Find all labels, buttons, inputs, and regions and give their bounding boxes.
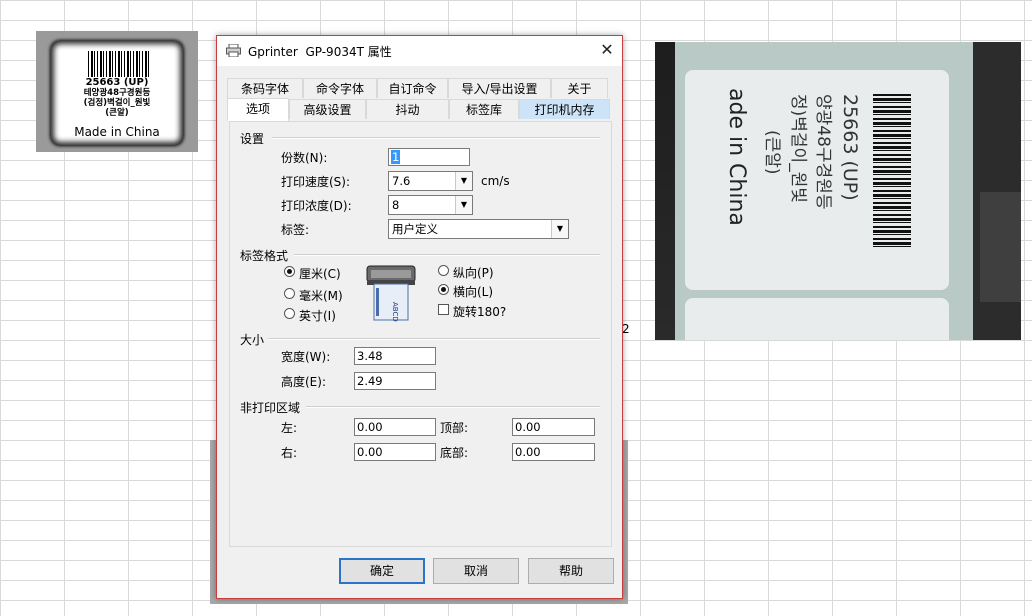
label-line-3: (큰알) bbox=[105, 108, 129, 118]
speed-unit: cm/s bbox=[481, 174, 510, 188]
tab-advanced[interactable]: 高级设置 bbox=[289, 99, 366, 119]
tab-import-export[interactable]: 导入/导出设置 bbox=[448, 78, 551, 98]
unit-cm-label: 厘米(C) bbox=[299, 267, 341, 281]
portrait-label: 纵向(P) bbox=[453, 266, 494, 280]
options-panel: 设置 份数(N): 1 打印速度(S): 7.6 ▼ cm/s 打印浓度(D):… bbox=[229, 121, 612, 547]
unit-inch-radio[interactable] bbox=[284, 308, 295, 319]
darkness-label: 打印浓度(D): bbox=[281, 199, 352, 213]
group-size-title: 大小 bbox=[240, 333, 265, 347]
unit-cm-radio[interactable] bbox=[284, 266, 295, 277]
margin-right-input[interactable]: 0.00 bbox=[354, 443, 436, 461]
stock-select[interactable]: 用户定义 ▼ bbox=[388, 219, 569, 239]
photo-line-2: 정)벽걸이_원빛 bbox=[788, 94, 808, 203]
label-line-2: (검정)벽걸이_원빛 bbox=[83, 98, 151, 108]
landscape-label: 横向(L) bbox=[453, 285, 494, 299]
darkness-select[interactable]: 8 ▼ bbox=[388, 195, 473, 215]
stock-label: 标签: bbox=[281, 223, 310, 237]
margin-bottom-input[interactable]: 0.00 bbox=[512, 443, 595, 461]
printed-label-photo: 25663 (UP) 양광48구경원등 정)벽걸이_원빛 (큰알) ade in… bbox=[655, 42, 1021, 340]
tab-label-library[interactable]: 标签库 bbox=[449, 99, 519, 119]
margin-right-label: 右: bbox=[281, 446, 298, 460]
tab-barcode-font[interactable]: 条码字体 bbox=[227, 78, 303, 98]
rotate180-checkbox[interactable] bbox=[438, 304, 449, 315]
chevron-down-icon[interactable]: ▼ bbox=[455, 196, 472, 214]
copies-label: 份数(N): bbox=[281, 151, 328, 165]
width-input[interactable]: 3.48 bbox=[354, 347, 436, 365]
barcode-graphic bbox=[88, 51, 150, 77]
tab-row-front: 选项 高级设置 抖动 标签库 打印机内存 bbox=[227, 98, 612, 121]
unit-mm-label: 毫米(M) bbox=[299, 289, 343, 303]
barcode-label-image: 25663 (UP) 테양광48구경원등 (검정)벽걸이_원빛 (큰알) Mad… bbox=[36, 31, 198, 152]
tab-printer-memory[interactable]: 打印机内存 bbox=[519, 99, 610, 119]
printer-orientation-icon: ABCD bbox=[366, 265, 416, 322]
dialog-title: Gprinter GP-9034T 属性 bbox=[248, 45, 392, 59]
photo-code: 25663 (UP) bbox=[839, 94, 861, 201]
copies-input[interactable]: 1 bbox=[388, 148, 470, 166]
tab-command-font[interactable]: 命令字体 bbox=[303, 78, 377, 98]
tab-options[interactable]: 选项 bbox=[227, 98, 289, 121]
group-format-title: 标签格式 bbox=[240, 249, 289, 263]
help-button[interactable]: 帮助 bbox=[528, 558, 614, 584]
photo-shadow bbox=[980, 192, 1021, 302]
svg-text:ABCD: ABCD bbox=[391, 302, 399, 322]
margin-top-label: 顶部: bbox=[440, 421, 469, 435]
margin-bottom-label: 底部: bbox=[440, 446, 469, 460]
tab-about[interactable]: 关于 bbox=[551, 78, 608, 98]
margin-top-input[interactable]: 0.00 bbox=[512, 418, 595, 436]
portrait-radio[interactable] bbox=[438, 265, 449, 276]
label-surface: 25663 (UP) 테양광48구경원등 (검정)벽걸이_원빛 (큰알) Mad… bbox=[50, 40, 184, 146]
speed-label: 打印速度(S): bbox=[281, 175, 351, 189]
group-settings-title: 设置 bbox=[240, 132, 265, 146]
group-margins-title: 非打印区域 bbox=[240, 401, 301, 415]
photo-barcode bbox=[873, 94, 911, 250]
photo-made-in: ade in China bbox=[724, 88, 749, 226]
height-label: 高度(E): bbox=[281, 375, 326, 389]
group-divider bbox=[272, 137, 600, 139]
unit-mm-radio[interactable] bbox=[284, 288, 295, 299]
height-input[interactable]: 2.49 bbox=[354, 372, 436, 390]
photo-line-3: (큰알) bbox=[762, 130, 782, 175]
cell-text-fragment: 2 bbox=[622, 322, 630, 336]
speed-select[interactable]: 7.6 ▼ bbox=[388, 171, 473, 191]
unit-inch-label: 英寸(I) bbox=[299, 309, 336, 323]
photo-next-label bbox=[685, 298, 949, 340]
title-bar[interactable]: Gprinter GP-9034T 属性 ✕ bbox=[217, 36, 622, 66]
label-line-1: 테양광48구경원등 bbox=[83, 88, 151, 98]
group-divider bbox=[268, 338, 600, 340]
group-divider bbox=[306, 406, 600, 408]
close-icon[interactable]: ✕ bbox=[595, 39, 619, 61]
chevron-down-icon[interactable]: ▼ bbox=[551, 220, 568, 238]
photo-line-1: 양광48구경원등 bbox=[813, 94, 833, 210]
group-divider bbox=[294, 254, 600, 256]
ok-button[interactable]: 确定 bbox=[339, 558, 425, 584]
width-label: 宽度(W): bbox=[281, 350, 331, 364]
cancel-button[interactable]: 取消 bbox=[433, 558, 519, 584]
tab-row-back: 条码字体 命令字体 自订命令 导入/导出设置 关于 bbox=[227, 78, 612, 99]
margin-left-input[interactable]: 0.00 bbox=[354, 418, 436, 436]
label-made-in: Made in China bbox=[74, 125, 160, 139]
printer-icon bbox=[226, 44, 241, 57]
printer-properties-dialog: Gprinter GP-9034T 属性 ✕ 条码字体 命令字体 自订命令 导入… bbox=[216, 35, 623, 599]
tab-dither[interactable]: 抖动 bbox=[366, 99, 449, 119]
label-code: 25663 (UP) bbox=[85, 77, 149, 88]
rotate180-label: 旋转180? bbox=[453, 305, 507, 319]
margin-left-label: 左: bbox=[281, 421, 298, 435]
landscape-radio[interactable] bbox=[438, 284, 449, 295]
tab-custom-command[interactable]: 自订命令 bbox=[377, 78, 448, 98]
chevron-down-icon[interactable]: ▼ bbox=[455, 172, 472, 190]
